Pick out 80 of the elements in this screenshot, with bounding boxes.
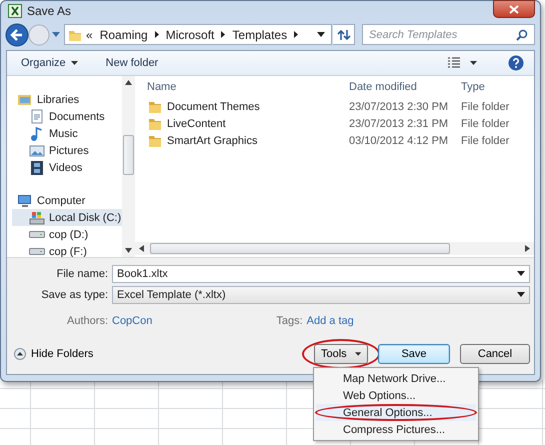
nav-item[interactable]: Documents <box>12 108 122 125</box>
chevron-icon <box>154 31 159 38</box>
view-options-icon[interactable] <box>448 57 478 69</box>
file-name[interactable]: SmartArt Graphics <box>135 134 343 148</box>
tags-label: Tags: <box>276 315 303 327</box>
folder-icon <box>148 116 162 130</box>
field-label: File name: <box>56 268 108 280</box>
save-type-dropdown[interactable]: Excel Template (*.xltx) <box>112 286 530 304</box>
date-cell-text: 23/07/2013 2:31 PM <box>348 118 450 130</box>
music-note-icon <box>29 126 45 142</box>
chevron-icon <box>221 31 226 38</box>
nav-item[interactable]: Libraries <box>12 91 122 108</box>
type-cell-text: File folder <box>460 134 510 146</box>
authors-link[interactable]: CopCon <box>112 315 152 327</box>
cancel-button[interactable]: Cancel <box>460 344 530 364</box>
file-name-field[interactable]: Book1.xltx <box>112 264 530 282</box>
drive-icon <box>29 231 45 238</box>
nav-item[interactable]: Local Disk (C:) <box>12 209 122 226</box>
document-icon <box>29 108 45 124</box>
date-cell-text: 03/10/2012 4:12 PM <box>348 134 450 146</box>
menu-item[interactable]: Web Options... <box>316 387 476 404</box>
file-name[interactable]: Document Themes <box>135 100 343 114</box>
menu-item[interactable]: Compress Pictures... <box>316 421 476 438</box>
refresh-button[interactable] <box>333 24 355 45</box>
dropdown-arrow-icon <box>517 292 525 297</box>
caret-icon <box>354 352 361 356</box>
file-name[interactable]: LiveContent <box>135 116 343 130</box>
scrollbar[interactable] <box>135 242 534 255</box>
column-header[interactable]: Name <box>135 81 343 93</box>
nav-item[interactable]: cop (D:) <box>12 226 122 243</box>
back-button[interactable] <box>5 22 29 46</box>
column-header[interactable]: Type <box>455 81 485 93</box>
search-icon <box>516 28 528 40</box>
spreadsheet-icon <box>8 4 22 18</box>
authors-label: Authors: <box>66 315 108 327</box>
nav-item[interactable]: Computer <box>12 192 122 209</box>
arrow-icon[interactable] <box>125 80 132 85</box>
date-cell-text: 23/07/2013 2:30 PM <box>348 100 450 112</box>
type-cell-text: File folder <box>460 100 510 112</box>
chevron-icon <box>294 31 298 38</box>
tags-link[interactable]: Add a tag <box>306 315 354 327</box>
caret-icon <box>70 61 78 65</box>
folder-icon <box>148 100 162 114</box>
folder-icon <box>148 134 162 148</box>
window-title: Save As <box>27 4 72 18</box>
close-button[interactable] <box>493 0 535 18</box>
new-folder-button[interactable]: New folder <box>102 55 162 71</box>
organize-button[interactable]: Organize <box>17 55 82 71</box>
nav-item[interactable]: Music <box>12 125 122 142</box>
help-icon[interactable] <box>508 55 524 71</box>
dropdown-arrow-icon[interactable] <box>317 32 325 37</box>
breadcrumb[interactable]: Microsoft <box>166 28 214 42</box>
drive-icon <box>29 210 45 226</box>
film-icon <box>29 160 45 176</box>
menu-item[interactable]: Map Network Drive... <box>316 370 476 387</box>
scrollbar[interactable] <box>122 76 135 257</box>
scrollbar-thumb[interactable] <box>150 243 450 254</box>
type-cell-text: File folder <box>460 118 510 130</box>
arrow-icon[interactable] <box>525 245 530 252</box>
tools-button[interactable]: Tools <box>314 344 368 364</box>
scrollbar-thumb[interactable] <box>123 135 134 175</box>
nav-item[interactable]: Pictures <box>12 142 122 159</box>
dropdown-arrow-icon[interactable] <box>517 271 525 276</box>
breadcrumb-overflow[interactable]: « <box>86 28 93 42</box>
drive-icon <box>29 248 45 255</box>
collapse-icon <box>14 348 26 360</box>
history-dropdown-icon[interactable] <box>52 32 60 38</box>
computer-icon <box>17 192 33 208</box>
refresh-icon <box>336 28 350 40</box>
column-header[interactable]: Date modified <box>343 81 455 93</box>
address-bar[interactable]: « Roaming Microsoft Templates <box>64 24 332 45</box>
hide-folders-button[interactable]: Hide Folders <box>14 348 94 360</box>
save-button[interactable]: Save <box>378 344 450 364</box>
picture-icon <box>29 142 45 158</box>
breadcrumb[interactable]: Templates <box>232 28 288 42</box>
close-icon <box>509 4 519 14</box>
nav-item[interactable]: cop (F:) <box>12 243 122 257</box>
nav-item[interactable]: Videos <box>12 159 122 176</box>
field-label: Save as type: <box>40 288 108 300</box>
breadcrumb[interactable]: Roaming <box>100 28 148 42</box>
